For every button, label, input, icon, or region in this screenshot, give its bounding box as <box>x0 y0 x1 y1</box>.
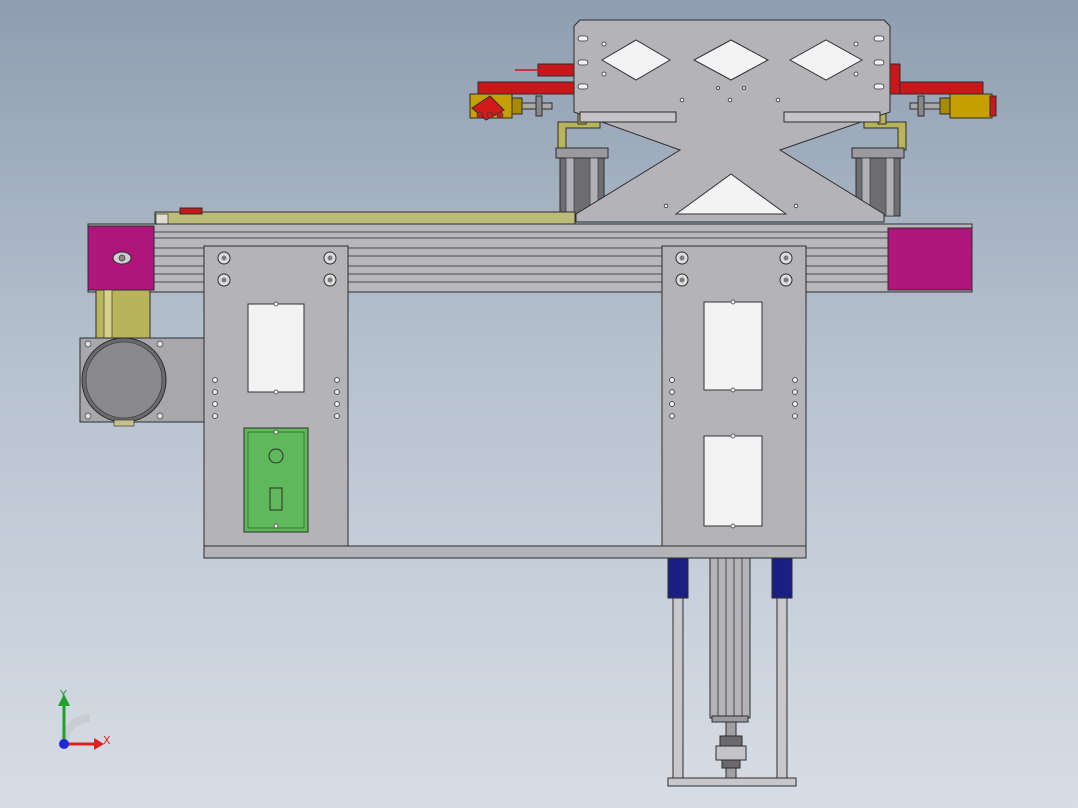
top-gripper-assembly <box>469 19 997 223</box>
right-plate-window-upper <box>703 301 763 391</box>
machine-assembly-drawing: Y X <box>58 19 997 787</box>
z-axis-point <box>59 739 69 749</box>
left-gold-cylinder <box>469 93 553 121</box>
coordinate-triad: Y X <box>58 688 111 750</box>
suction-nozzle <box>715 721 747 779</box>
bottom-plate <box>667 777 797 787</box>
green-control-panel <box>243 427 309 533</box>
cad-viewport[interactable]: Y X <box>0 0 1078 808</box>
left-red-bar <box>477 81 579 95</box>
left-red-bracket <box>537 63 579 77</box>
lower-frame <box>203 245 807 559</box>
panel-switch <box>269 487 283 511</box>
left-plate-window <box>247 303 305 393</box>
y-axis-label: Y <box>59 688 67 701</box>
panel-button <box>268 448 284 464</box>
left-olive-bracket <box>557 121 601 151</box>
gear-motor <box>79 289 205 427</box>
x-axis-label: X <box>103 734 111 747</box>
right-end-cap <box>887 227 973 291</box>
right-plate-window-lower <box>703 435 763 527</box>
bottom-crossbar <box>203 545 807 559</box>
z-axis-profile <box>709 557 751 719</box>
vertical-actuator <box>667 557 797 787</box>
right-navy-cylinder <box>771 557 793 599</box>
right-gold-cylinder <box>909 93 997 119</box>
left-navy-cylinder <box>667 557 689 599</box>
right-olive-bracket <box>863 121 907 151</box>
